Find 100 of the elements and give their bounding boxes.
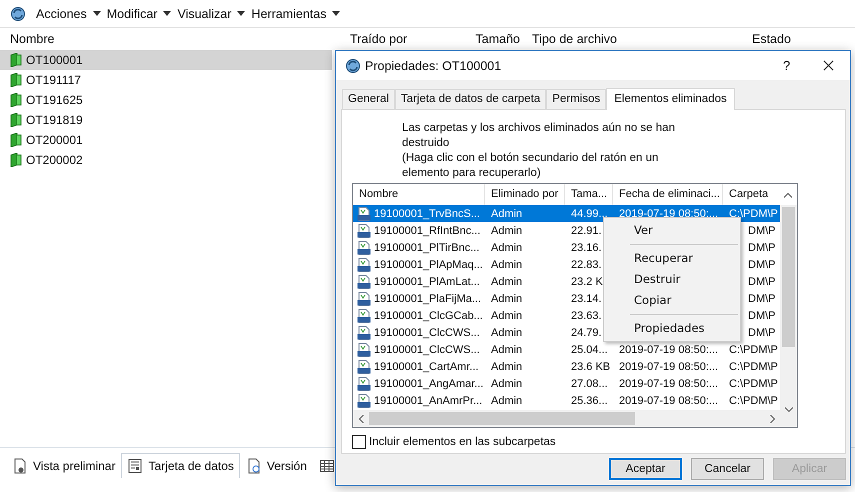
caret-icon[interactable] [92,11,101,16]
file-size: 23.16. [570,242,603,254]
file-name[interactable]: 19100001_CartAmr... [374,360,479,372]
deleted-by: Admin [490,326,524,338]
menu-item[interactable]: Ver [604,220,740,241]
folder-row[interactable]: OT200001 [0,130,332,150]
folder-row[interactable]: OT200002 [0,150,332,170]
deleted-by: Admin [490,394,524,406]
help-button[interactable]: ? [783,58,813,73]
bottom-tab[interactable]: Versión [240,453,313,478]
scroll-right-icon[interactable] [769,414,778,422]
dxf-file-icon [357,224,371,238]
deleted-by: Admin [490,344,524,356]
column-header[interactable]: Traído por [344,32,446,46]
folder-path: DM\P [748,224,776,236]
folder-row[interactable]: OT191819 [0,110,332,130]
scroll-up-icon[interactable] [784,190,792,198]
caret-icon[interactable] [163,11,172,16]
dialog-tab[interactable]: Tarjeta de datos de carpeta [394,89,546,109]
folder-name: OT100001 [26,53,83,67]
folder-path: DM\P [748,258,776,270]
folder-path: DM\P [748,276,776,288]
toolbar-menu[interactable]: Modificar [106,6,158,20]
data-card-icon [127,458,144,474]
scroll-down-icon[interactable] [785,406,793,414]
file-name[interactable]: 19100001_PlAmLat... [374,276,480,288]
caret-icon[interactable] [332,11,340,16]
file-name[interactable]: 19100001_AngAmar... [374,378,484,390]
deleted-by: Admin [490,258,524,270]
close-icon[interactable] [823,60,834,71]
horizontal-scrollbar[interactable] [353,410,797,427]
file-size: 27.08... [570,378,609,390]
dialog-tab[interactable]: General [342,89,395,109]
folder-path: DM\P [748,326,776,338]
toolbar-menu[interactable]: Acciones [36,6,87,20]
dxf-file-icon [357,360,371,374]
file-name[interactable]: 19100001_AnAmrPr... [374,394,482,406]
checkbox[interactable] [352,435,366,449]
menu-item[interactable]: Copiar [604,290,740,311]
file-name[interactable]: 19100001_ClcCWS... [374,344,480,356]
bottom-tab[interactable]: Tarjeta de datos [121,453,240,478]
dialog-tab[interactable]: Permisos [546,89,606,109]
vertical-scrollbar[interactable] [780,205,797,410]
file-size: 25.36... [570,394,609,406]
message-text: Las carpetas y los archivos eliminados aún no se han destruido (Haga clic con el botón secundario del ratón en un elemento para recuperarlo) [402,121,676,181]
folder-row[interactable]: OT100001 [0,50,332,70]
folder-path: DM\P [748,292,776,304]
deletion-date: 2019-07-19 08:50:... [619,394,718,406]
file-size: 23.6 KB [570,360,612,372]
file-size: 23.14. [570,292,603,304]
menu-item[interactable]: Destruir [604,269,740,290]
folder-path: DM\P [748,310,776,322]
column-header[interactable]: Tipo de archivo [526,32,746,46]
file-size: 23.63. [570,310,603,322]
file-name[interactable]: 19100001_PlApMaq... [374,258,483,270]
column-header[interactable]: Carpeta [723,184,780,205]
folder-path: DM\P [748,242,776,254]
file-name[interactable]: 19100001_PlaFijMa... [374,292,482,304]
dialog-title: Propiedades: OT100001 [365,58,502,72]
file-name[interactable]: 19100001_RfIntBnc... [374,224,480,236]
folder-path: C:\PDM\P [729,394,778,406]
file-name[interactable]: 19100001_ClcGCab... [374,310,483,322]
menu-item[interactable]: Propiedades [604,318,740,339]
menu-item[interactable]: Recuperar [604,248,740,269]
folder-path: C:\PDM\P [729,344,778,356]
caret-icon[interactable] [237,11,246,16]
bottom-tab[interactable]: Vista preliminar [6,453,122,478]
dxf-file-icon [357,206,371,220]
column-header[interactable]: Tamaño [446,32,526,46]
dialog-button[interactable]: Aceptar [609,458,682,480]
toolbar-menu[interactable]: Herramientas [251,6,326,20]
file-name[interactable]: 19100001_PlTirBnc... [374,242,480,254]
vault-icon[interactable] [10,6,26,22]
folder-icon [10,133,22,147]
folder-path: C:\PDM\P [729,378,778,390]
scroll-left-icon[interactable] [357,414,365,422]
deleted-by: Admin [490,242,524,254]
dxf-file-icon [357,274,371,288]
deleted-by: Admin [490,292,524,304]
column-header[interactable]: Nombre [0,32,344,46]
file-size: 24.79. [570,326,603,338]
folder-path: C:\PDM\P [729,208,778,220]
toolbar-menu[interactable]: Visualizar [177,6,232,20]
dialog-tab[interactable]: Elementos eliminados [606,88,735,110]
file-name[interactable]: 19100001_TrvBncS... [374,208,480,220]
folder-icon [10,73,22,87]
folder-row[interactable]: OT191625 [0,90,332,110]
folder-name: OT191117 [26,73,81,87]
table-icon [318,458,335,474]
file-name[interactable]: 19100001_ClcCWS... [374,326,480,338]
file-size: 22.91. [570,224,603,236]
dxf-file-icon [357,326,371,340]
folder-row[interactable]: OT191117 [0,70,332,90]
file-size: 44.99... [570,208,609,220]
column-header[interactable]: Estado [746,32,797,46]
dialog-button[interactable]: Cancelar [691,458,764,480]
dxf-file-icon [357,342,371,356]
deleted-by: Admin [490,208,524,220]
dxf-file-icon [357,308,371,322]
checkbox-label[interactable]: Incluir elementos en las subcarpetas [369,436,556,448]
